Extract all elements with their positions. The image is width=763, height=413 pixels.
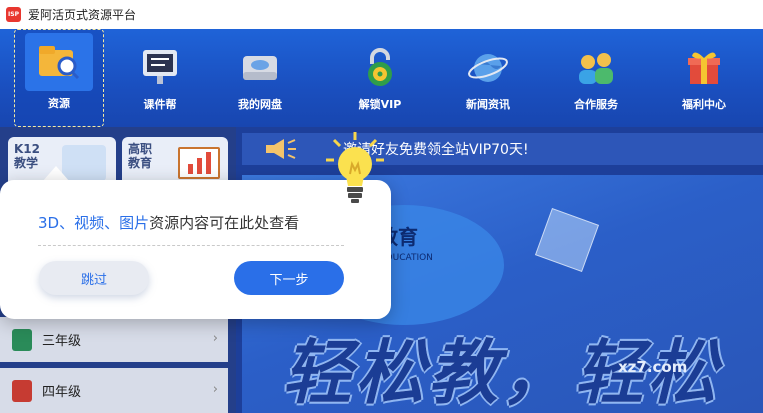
cloud-drive-icon <box>237 46 283 90</box>
category-label: 高职 教育 <box>128 142 153 170</box>
presentation-board-icon <box>137 46 183 90</box>
nav-item-news[interactable]: 新闻资讯 <box>458 29 518 127</box>
top-navigation: 资源 课件帮 我的网盘 解锁VIP 新闻资讯 合作服务 福利中心 <box>0 29 763 127</box>
nav-label: 我的网盘 <box>238 98 282 111</box>
nav-label: 课件帮 <box>143 98 177 111</box>
globe-icon <box>465 46 511 90</box>
skip-button[interactable]: 跳过 <box>39 261 149 295</box>
chart-board-icon <box>178 147 220 179</box>
nav-item-cooperation[interactable]: 合作服务 <box>566 29 626 127</box>
book-icon <box>12 379 32 402</box>
nav-label: 新闻资讯 <box>466 98 510 111</box>
nav-item-welfare[interactable]: 福利中心 <box>674 29 734 127</box>
gift-icon <box>681 46 727 90</box>
list-item-grade-3[interactable]: 三年级 › <box>0 317 228 362</box>
notice-bar[interactable]: 邀请好友免费领全站VIP70天! <box>242 133 763 165</box>
nav-item-courseware[interactable]: 课件帮 <box>130 29 190 127</box>
divider <box>38 245 344 246</box>
folder-search-icon <box>25 33 93 91</box>
watermark: xz7.com <box>618 358 688 376</box>
guide-text: 资源内容可在此处查看 <box>149 214 300 232</box>
list-item-grade-4[interactable]: 四年级 › <box>0 368 228 413</box>
grade-label: 四年级 <box>42 385 82 400</box>
nav-label: 解锁VIP <box>358 98 402 111</box>
nav-label: 资源 <box>48 97 70 110</box>
app-logo-icon: ISP <box>6 7 21 22</box>
window-title: 爱阿活页式资源平台 <box>28 8 137 22</box>
guide-highlight: 3D、视频、图片 <box>38 214 150 232</box>
nav-item-resources[interactable]: 资源 <box>14 29 104 127</box>
cube-decoration <box>534 207 600 273</box>
nav-item-unlock-vip[interactable]: 解锁VIP <box>350 29 410 127</box>
title-bar: ISP 爱阿活页式资源平台 <box>0 0 763 29</box>
speaker-icon <box>266 139 296 159</box>
nav-item-cloud-drive[interactable]: 我的网盘 <box>230 29 290 127</box>
nav-label: 合作服务 <box>574 98 618 111</box>
padlock-icon <box>357 46 403 90</box>
chevron-right-icon: › <box>212 331 218 346</box>
nav-label: 福利中心 <box>682 98 726 111</box>
next-step-button[interactable]: 下一步 <box>234 261 344 295</box>
grade-label: 三年级 <box>42 334 82 349</box>
lightbulb-icon <box>326 132 384 203</box>
chevron-right-icon: › <box>212 382 218 397</box>
people-icon <box>573 46 619 90</box>
book-icon <box>12 328 32 351</box>
guide-message: 3D、视频、图片资源内容可在此处查看 <box>38 212 299 233</box>
